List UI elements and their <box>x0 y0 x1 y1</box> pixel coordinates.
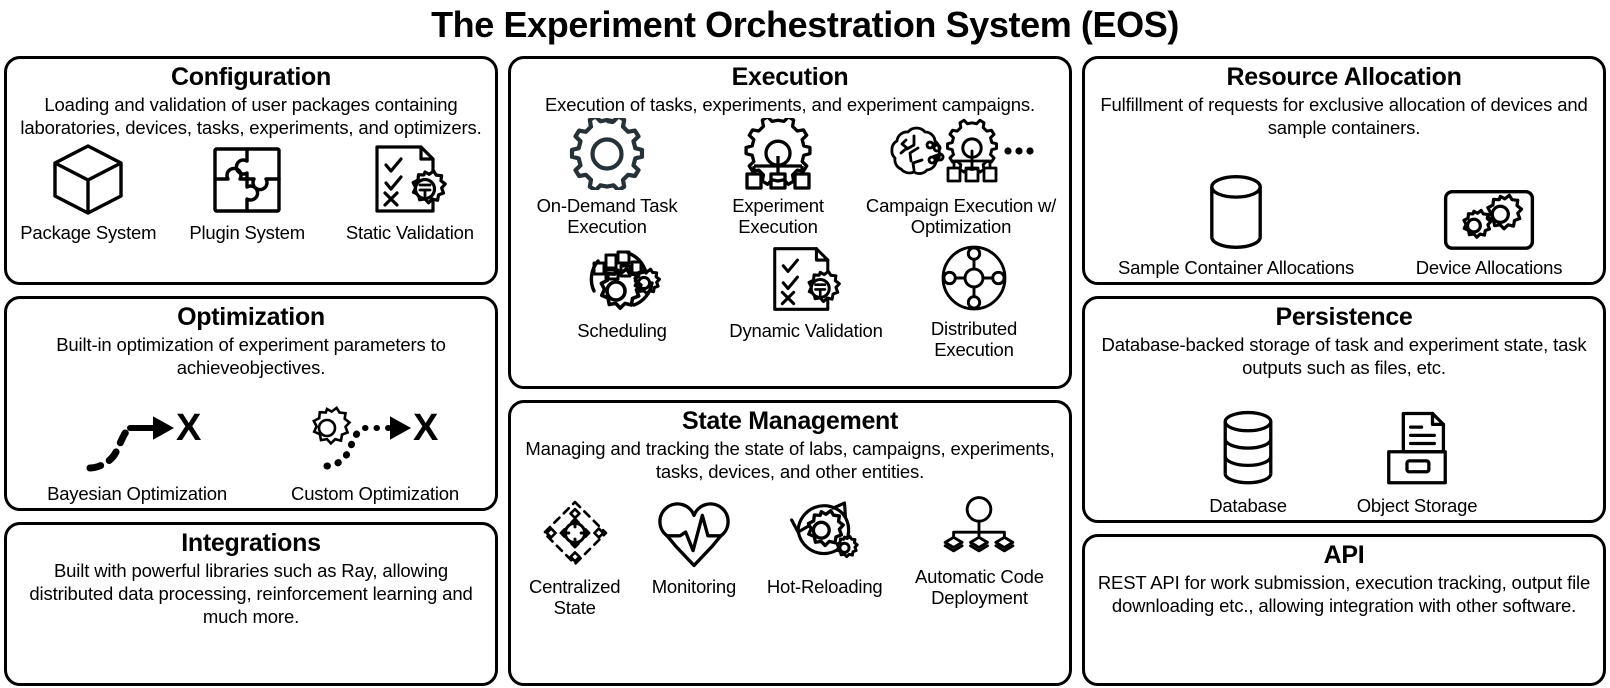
panel-title-configuration: Configuration <box>171 63 331 91</box>
panel-description-state-management: Managing and tracking the state of labs,… <box>525 438 1055 482</box>
panel-integrations: Integrations Built with powerful librari… <box>4 522 498 686</box>
item-hot-reloading[interactable]: Hot-Reloading <box>758 495 892 597</box>
item-label: Bayesian Optimization <box>47 483 227 504</box>
item-bayesian-optimization[interactable]: X Bayesian Optimization <box>21 402 253 504</box>
file-drawer-icon <box>1377 408 1457 495</box>
panel-configuration: Configuration Loading and validation of … <box>4 56 498 285</box>
item-label: Package System <box>20 222 157 243</box>
item-on-demand-task-execution[interactable]: On-Demand Task Execution <box>521 114 693 237</box>
item-dynamic-validation[interactable]: Dynamic Validation <box>716 243 896 360</box>
cylinder-icon <box>1196 172 1276 257</box>
item-label: Scheduling <box>577 320 667 341</box>
reload-gear-icon <box>782 495 868 576</box>
panel-title-api: API <box>1323 541 1365 569</box>
item-centralized-state[interactable]: Centralized State <box>519 495 630 618</box>
item-campaign-execution-with-optimization[interactable]: Campaign Execution w/ Optimization <box>863 118 1059 237</box>
panel-persistence: Persistence Database-backed storage of t… <box>1082 296 1606 523</box>
right-column: Resource Allocation Fulfillment of reque… <box>1082 56 1606 686</box>
item-label: Experiment Execution <box>732 195 824 237</box>
item-label: Monitoring <box>651 576 737 597</box>
item-automatic-code-deployment[interactable]: Automatic Code Deployment <box>898 495 1061 608</box>
item-label: Object Storage <box>1356 495 1478 516</box>
item-label: Plugin System <box>189 222 305 243</box>
item-label: Sample Container Allocations <box>1117 257 1355 278</box>
item-object-storage[interactable]: Object Storage <box>1335 408 1499 516</box>
item-experiment-execution[interactable]: Experiment Execution <box>703 115 853 237</box>
panel-description-configuration: Loading and validation of user packages … <box>20 94 482 138</box>
item-label: On-Demand Task Execution <box>536 195 678 237</box>
panel-title-persistence: Persistence <box>1275 303 1413 331</box>
item-database[interactable]: Database <box>1189 408 1307 516</box>
diagram-board: Configuration Loading and validation of … <box>4 56 1606 686</box>
panel-title-state-management: State Management <box>681 407 899 435</box>
panel-state-management: State Management Managing and tracking t… <box>508 400 1072 686</box>
item-label: Automatic Code Deployment <box>915 566 1044 608</box>
page-title: The Experiment Orchestration System (EOS… <box>431 4 1179 45</box>
item-label: Custom Optimization <box>291 483 459 504</box>
svg-text:X: X <box>413 407 439 449</box>
gear-hierarchy-icon <box>732 115 824 195</box>
panel-description-execution: Execution of tasks, experiments, and exp… <box>544 94 1036 115</box>
centralized-state-icon <box>532 495 618 576</box>
distributed-node-icon <box>931 243 1017 318</box>
item-monitoring[interactable]: Monitoring <box>636 495 751 597</box>
item-scheduling[interactable]: Scheduling <box>542 243 702 360</box>
panel-title-execution: Execution <box>731 63 849 91</box>
panel-description-api: REST API for work submission, execution … <box>1097 572 1591 616</box>
panel-description-optimization: Built-in optimization of experiment para… <box>56 334 446 378</box>
puzzle-icon <box>210 141 284 222</box>
cube-icon <box>49 141 127 222</box>
heartbeat-icon <box>651 495 737 576</box>
item-label: Hot-Reloading <box>766 576 883 597</box>
svg-text:X: X <box>176 407 202 449</box>
item-plugin-system[interactable]: Plugin System <box>180 141 315 243</box>
item-label: Static Validation <box>345 222 474 243</box>
panel-description-integrations: Built with powerful libraries such as Ra… <box>29 560 473 627</box>
panel-description-persistence: Database-backed storage of task and expe… <box>1101 334 1587 378</box>
item-package-system[interactable]: Package System <box>15 141 162 243</box>
checklist-gear-icon <box>765 243 847 320</box>
panel-title-optimization: Optimization <box>177 303 325 331</box>
checklist-gear-icon <box>369 141 451 222</box>
panel-execution: Execution Execution of tasks, experiment… <box>508 56 1072 389</box>
panel-title-integrations: Integrations <box>181 529 321 557</box>
item-label: Distributed Execution <box>930 318 1018 360</box>
dashed-arrow-target-icon: X <box>72 402 202 483</box>
brain-gear-hierarchy-ellipsis-icon <box>886 118 1036 195</box>
item-label: Centralized State <box>528 576 621 618</box>
schedule-gears-icon <box>578 243 666 320</box>
item-device-allocations[interactable]: Device Allocations <box>1386 186 1592 278</box>
item-custom-optimization[interactable]: X Custom Optimization <box>269 402 481 504</box>
panel-optimization: Optimization Built-in optimization of ex… <box>4 296 498 511</box>
item-static-validation[interactable]: Static Validation <box>333 141 487 243</box>
database-icon <box>1210 408 1286 495</box>
panel-title-resource-allocation: Resource Allocation <box>1226 63 1462 91</box>
gear-icon <box>561 114 653 195</box>
item-label: Campaign Execution w/ Optimization <box>865 195 1057 237</box>
gear-dotted-arrow-target-icon: X <box>303 402 448 483</box>
panel-api: API REST API for work submission, execut… <box>1082 534 1606 686</box>
panel-description-resource-allocation: Fulfillment of requests for exclusive al… <box>1100 94 1588 138</box>
item-label: Database <box>1209 495 1287 516</box>
left-column: Configuration Loading and validation of … <box>4 56 498 686</box>
panel-resource-allocation: Resource Allocation Fulfillment of reque… <box>1082 56 1606 285</box>
device-gears-icon <box>1439 186 1539 257</box>
item-distributed-execution[interactable]: Distributed Execution <box>910 243 1038 360</box>
item-label: Device Allocations <box>1415 257 1563 278</box>
middle-column: Execution Execution of tasks, experiment… <box>508 56 1072 686</box>
item-sample-container-allocations[interactable]: Sample Container Allocations <box>1096 172 1376 278</box>
item-label: Dynamic Validation <box>729 320 883 341</box>
deployment-tree-icon <box>933 495 1025 566</box>
